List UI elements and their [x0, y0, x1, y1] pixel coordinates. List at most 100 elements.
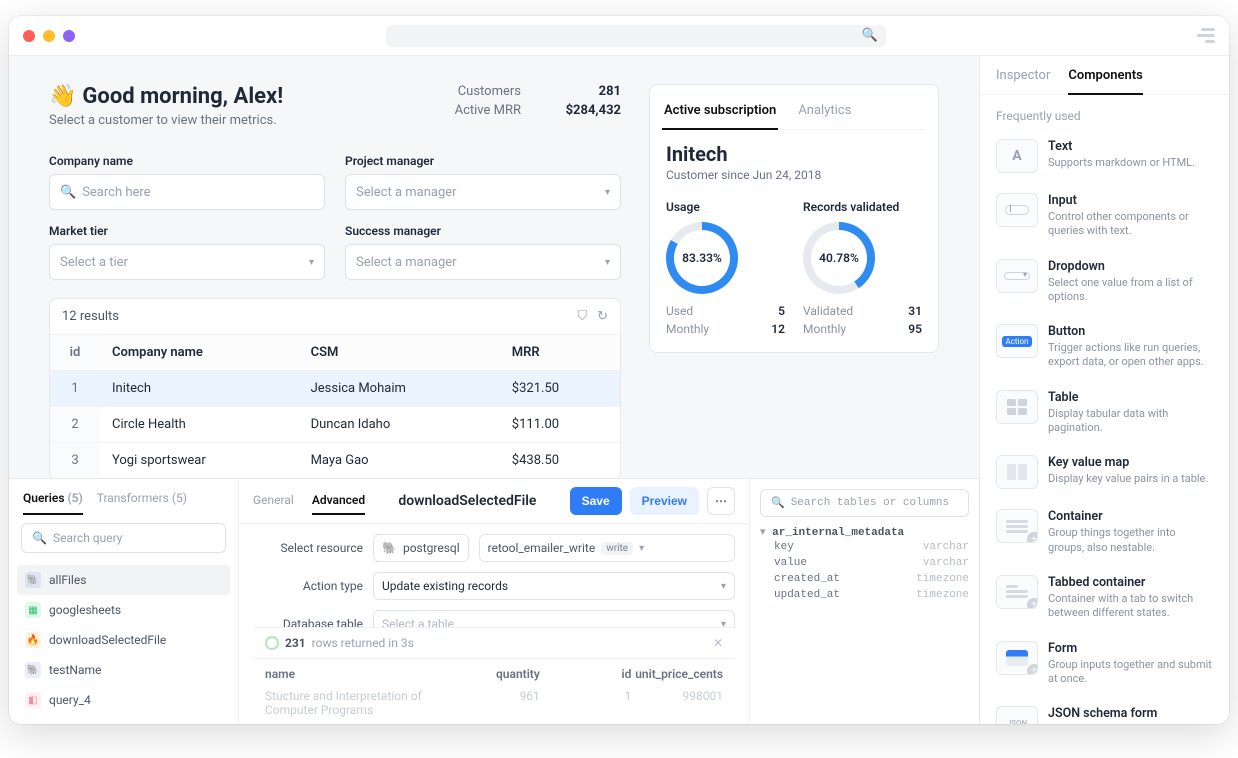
tier-select[interactable]: Select a tier▾	[49, 244, 325, 280]
table-icon	[996, 390, 1038, 424]
more-button[interactable]: ⋯	[707, 487, 735, 515]
menu-icon[interactable]	[1197, 28, 1215, 43]
mrr-label: Active MRR	[455, 103, 521, 118]
json-icon: JSON	[996, 706, 1038, 724]
company-search-input[interactable]: 🔍Search here	[49, 174, 325, 210]
tab-queries[interactable]: Queries (5)	[23, 491, 83, 515]
col-mrr[interactable]: MRR	[500, 335, 620, 371]
greeting-subtitle: Select a customer to view their metrics.	[49, 113, 283, 128]
close-icon[interactable]: ✕	[713, 636, 723, 650]
inspector-panel: Inspector Components Frequently used A T…	[979, 56, 1229, 724]
component-item[interactable]: TableDisplay tabular data with paginatio…	[992, 380, 1217, 446]
tab-components[interactable]: Components	[1068, 68, 1142, 95]
chevron-down-icon: ▾	[639, 543, 644, 554]
button-icon: Action	[996, 324, 1038, 358]
sm-label: Success manager	[345, 224, 621, 238]
fire-icon: 🔥	[25, 632, 41, 648]
db-column[interactable]: updated_attimezone	[760, 587, 969, 603]
database-icon: 🐘	[382, 541, 397, 555]
col-id[interactable]: id	[50, 335, 100, 371]
db-column[interactable]: valuevarchar	[760, 555, 969, 571]
filter-icon[interactable]: ⛉	[577, 309, 587, 324]
col-company[interactable]: Company name	[100, 335, 299, 371]
preview-button[interactable]: Preview	[630, 487, 699, 515]
greeting-title: Good morning, Alex!	[82, 84, 283, 109]
inspector-section-label: Frequently used	[980, 95, 1229, 129]
cube-icon: ◧	[25, 692, 41, 708]
records-donut: 40.78%	[803, 222, 875, 294]
maximize-icon[interactable]	[63, 30, 75, 42]
query-search-input[interactable]: 🔍Search query	[21, 523, 226, 553]
customers-value: 281	[541, 84, 621, 99]
kv-icon	[996, 455, 1038, 489]
container-icon	[996, 509, 1038, 543]
records-label: Records validated	[803, 200, 922, 214]
pm-select[interactable]: Select a manager▾	[345, 174, 621, 210]
table-row[interactable]: 2Circle HealthDuncan Idaho$111.00	[50, 407, 620, 443]
table-row[interactable]: 1InitechJessica Mohaim$321.50	[50, 371, 620, 407]
query-item[interactable]: ◧query_4	[17, 685, 230, 715]
chevron-down-icon[interactable]: ▾	[760, 527, 766, 539]
sheet-icon: ▦	[25, 602, 41, 618]
usage-donut: 83.33%	[666, 222, 738, 294]
resource-select[interactable]: retool_emailer_writewrite▾	[479, 534, 735, 562]
summary-stats: Customers 281 Active MRR $284,432	[455, 84, 621, 122]
chevron-down-icon: ▾	[605, 187, 610, 198]
db-search-input[interactable]: 🔍Search tables or columns	[760, 489, 969, 517]
db-table-name[interactable]: ar_internal_metadata	[772, 527, 904, 539]
check-icon	[265, 636, 279, 650]
sm-select[interactable]: Select a manager▾	[345, 244, 621, 280]
db-icon: 🐘	[25, 572, 41, 588]
tab-inspector[interactable]: Inspector	[996, 68, 1050, 94]
titlebar: 🔍	[9, 16, 1229, 56]
customer-name: Initech	[666, 142, 922, 166]
minimize-icon[interactable]	[43, 30, 55, 42]
search-icon: 🔍	[862, 28, 878, 43]
component-item[interactable]: JSON JSON schema formGenerate forms from…	[992, 696, 1217, 724]
search-icon: 🔍	[32, 531, 47, 545]
db-column[interactable]: created_attimezone	[760, 571, 969, 587]
mrr-value: $284,432	[541, 103, 621, 118]
query-item[interactable]: ▦googlesheets	[17, 595, 230, 625]
component-item[interactable]: DropdownSelect one value from a list of …	[992, 249, 1217, 315]
subtab-advanced[interactable]: Advanced	[312, 487, 365, 515]
save-button[interactable]: Save	[570, 487, 622, 515]
search-icon: 🔍	[771, 496, 785, 510]
customers-label: Customers	[458, 84, 521, 99]
resource-label: Select resource	[253, 541, 363, 555]
component-item[interactable]: InputControl other components or queries…	[992, 183, 1217, 249]
form-icon	[996, 641, 1038, 675]
action-select[interactable]: Update existing records▾	[373, 572, 735, 600]
tab-active-subscription[interactable]: Active subscription	[662, 97, 778, 130]
resource-db-pill[interactable]: 🐘postgresql	[373, 534, 469, 562]
tab-analytics[interactable]: Analytics	[796, 97, 853, 129]
component-item[interactable]: FormGroup inputs together and submit at …	[992, 631, 1217, 697]
component-item[interactable]: Action ButtonTrigger actions like run qu…	[992, 314, 1217, 380]
tab-transformers[interactable]: Transformers (5)	[97, 491, 187, 515]
results-count: 12 results	[62, 309, 119, 324]
component-item[interactable]: A TextSupports markdown or HTML.	[992, 129, 1217, 183]
tier-label: Market tier	[49, 224, 325, 238]
table-row[interactable]: 3Yogi sportswearMaya Gao$438.50	[50, 443, 620, 479]
component-item[interactable]: ContainerGroup things together into grou…	[992, 499, 1217, 565]
chevron-down-icon: ▾	[721, 581, 726, 592]
db-column[interactable]: keyvarchar	[760, 539, 969, 555]
refresh-icon[interactable]: ↻	[597, 309, 608, 324]
usage-label: Usage	[666, 200, 785, 214]
wave-icon: 👋	[49, 84, 76, 109]
query-item[interactable]: 🐘testName	[17, 655, 230, 685]
subtab-general[interactable]: General	[253, 487, 294, 515]
detail-card: Active subscription Analytics Initech Cu…	[649, 84, 939, 353]
query-item[interactable]: 🐘allFiles	[17, 565, 230, 595]
component-item[interactable]: Key value mapDisplay key value pairs in …	[992, 445, 1217, 499]
col-csm[interactable]: CSM	[299, 335, 500, 371]
query-item[interactable]: 🔥downloadSelectedFile	[17, 625, 230, 655]
chevron-down-icon: ▾	[605, 257, 610, 268]
app-window: 🔍 👋Good morning, Alex! Select a customer…	[9, 16, 1229, 724]
omnibox[interactable]: 🔍	[386, 25, 886, 47]
component-item[interactable]: Tabbed containerContainer with a tab to …	[992, 565, 1217, 631]
close-icon[interactable]	[23, 30, 35, 42]
results-table: 12 results ⛉ ↻ id Company name CSM	[49, 298, 621, 478]
pm-label: Project manager	[345, 154, 621, 168]
results-preview: name quantity id unit_price_cents Stuctu…	[253, 657, 735, 721]
